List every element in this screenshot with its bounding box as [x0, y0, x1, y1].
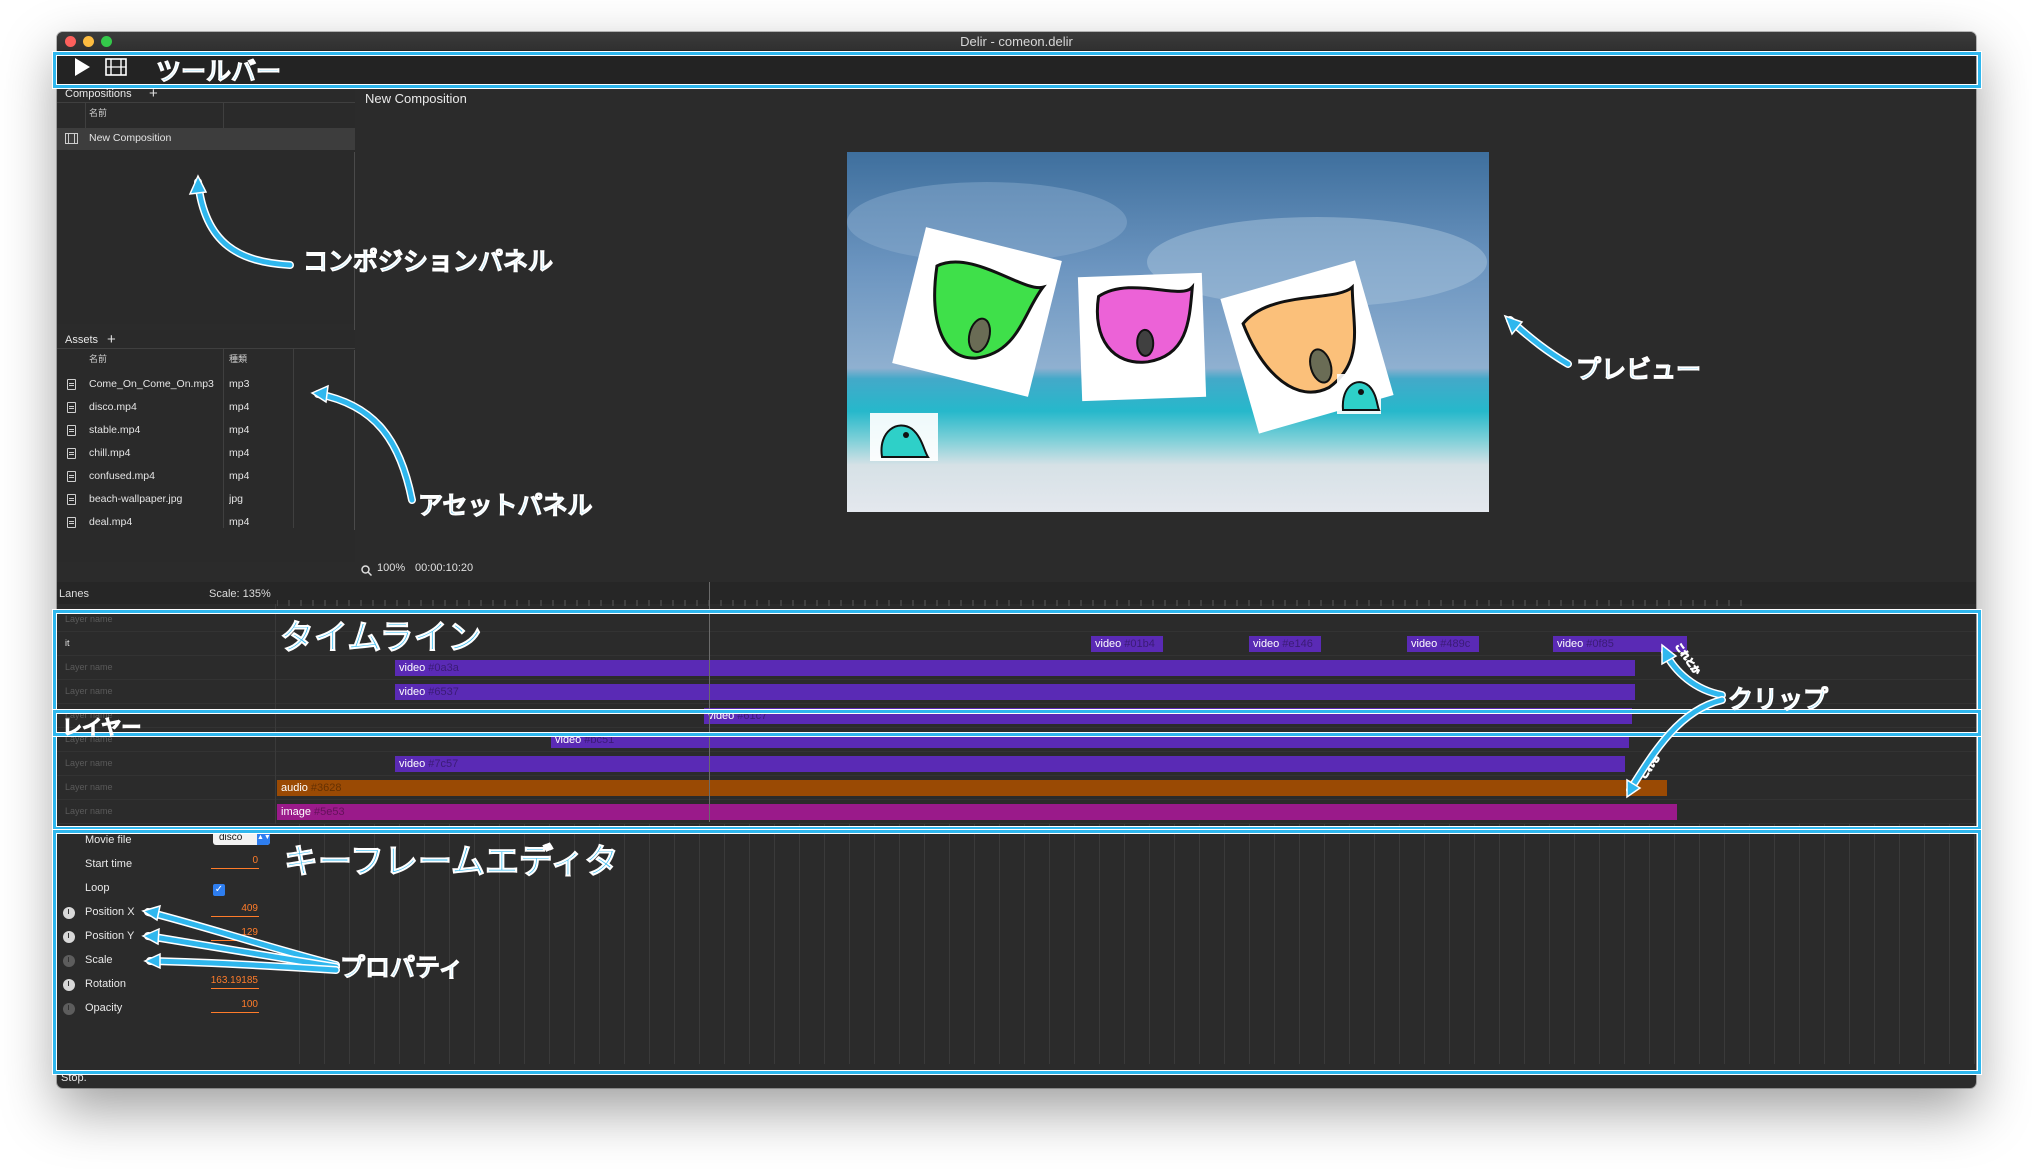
- annotation-toolbar: ツールバー: [155, 57, 282, 87]
- asset-row[interactable]: disco.mp4 mp4: [57, 397, 355, 419]
- asset-row[interactable]: confused.mp4 mp4: [57, 466, 355, 488]
- annotation-timeline: タイムライン: [280, 618, 483, 659]
- preview-title: New Composition: [365, 91, 467, 106]
- file-icon: [67, 494, 76, 505]
- lanes-label: Lanes: [59, 588, 89, 600]
- composition-row[interactable]: New Composition: [57, 128, 355, 150]
- asset-type: mp4: [229, 470, 250, 482]
- annotation-layer: レイヤー: [61, 715, 142, 740]
- time-ruler[interactable]: [277, 600, 1747, 606]
- annotation-asset-panel: アセットパネル: [418, 491, 594, 521]
- zoom-level[interactable]: 100%: [377, 562, 405, 574]
- add-asset-button[interactable]: +: [107, 332, 116, 347]
- asset-name: stable.mp4: [89, 424, 141, 436]
- compositions-title: Compositions: [65, 88, 132, 100]
- add-composition-button[interactable]: +: [149, 86, 158, 101]
- preview-image: [847, 182, 1487, 461]
- preview-canvas[interactable]: [847, 152, 1489, 512]
- asset-type: mp4: [229, 401, 250, 413]
- divider: [57, 102, 355, 103]
- asset-row[interactable]: deal.mp4 mp4: [57, 512, 355, 534]
- column-header-name: 名前: [89, 354, 108, 364]
- file-icon: [67, 471, 76, 482]
- file-icon: [67, 379, 76, 390]
- asset-row[interactable]: stable.mp4 mp4: [57, 420, 355, 442]
- file-icon: [67, 402, 76, 413]
- compositions-panel: Compositions + 名前: [57, 84, 355, 324]
- composition-name: New Composition: [89, 132, 172, 144]
- zoom-icon[interactable]: [361, 565, 372, 576]
- asset-name: beach-wallpaper.jpg: [89, 493, 183, 505]
- title-bar: Delir - comeon.delir: [57, 32, 1976, 50]
- asset-name: Come_On_Come_On.mp3: [89, 378, 214, 390]
- timecode: 00:00:10:20: [415, 562, 474, 574]
- asset-row[interactable]: chill.mp4 mp4: [57, 443, 355, 465]
- annotation-composition-panel: コンポジションパネル: [302, 247, 554, 277]
- asset-row[interactable]: beach-wallpaper.jpg jpg: [57, 489, 355, 511]
- file-icon: [67, 517, 76, 528]
- scale-label[interactable]: Scale: 135%: [209, 588, 271, 600]
- annotation-layer-frame: [53, 710, 1981, 736]
- column-header-type: 種類: [229, 354, 248, 364]
- file-icon: [67, 425, 76, 436]
- asset-name: chill.mp4: [89, 447, 131, 459]
- film-icon: [65, 133, 78, 144]
- assets-title: Assets: [65, 334, 99, 346]
- annotation-clip: クリップ: [1727, 685, 1829, 715]
- asset-name: disco.mp4: [89, 401, 137, 413]
- asset-name: deal.mp4: [89, 516, 133, 528]
- window-title: Delir - comeon.delir: [960, 34, 1073, 49]
- asset-type: mp3: [229, 378, 250, 390]
- annotation-preview: プレビュー: [1575, 355, 1702, 385]
- asset-type: mp4: [229, 447, 250, 459]
- annotation-toolbar-frame: [53, 52, 1981, 88]
- annotation-property: プロパティ: [340, 953, 465, 983]
- asset-type: jpg: [229, 493, 244, 505]
- divider: [57, 348, 355, 349]
- file-icon: [67, 448, 76, 459]
- asset-row[interactable]: Come_On_Come_On.mp3 mp3: [57, 374, 355, 396]
- asset-name: confused.mp4: [89, 470, 155, 482]
- asset-type: mp4: [229, 516, 250, 528]
- column-header-name: 名前: [89, 108, 108, 118]
- asset-type: mp4: [229, 424, 250, 436]
- annotation-keyframe-editor: キーフレームエディタ: [284, 842, 620, 883]
